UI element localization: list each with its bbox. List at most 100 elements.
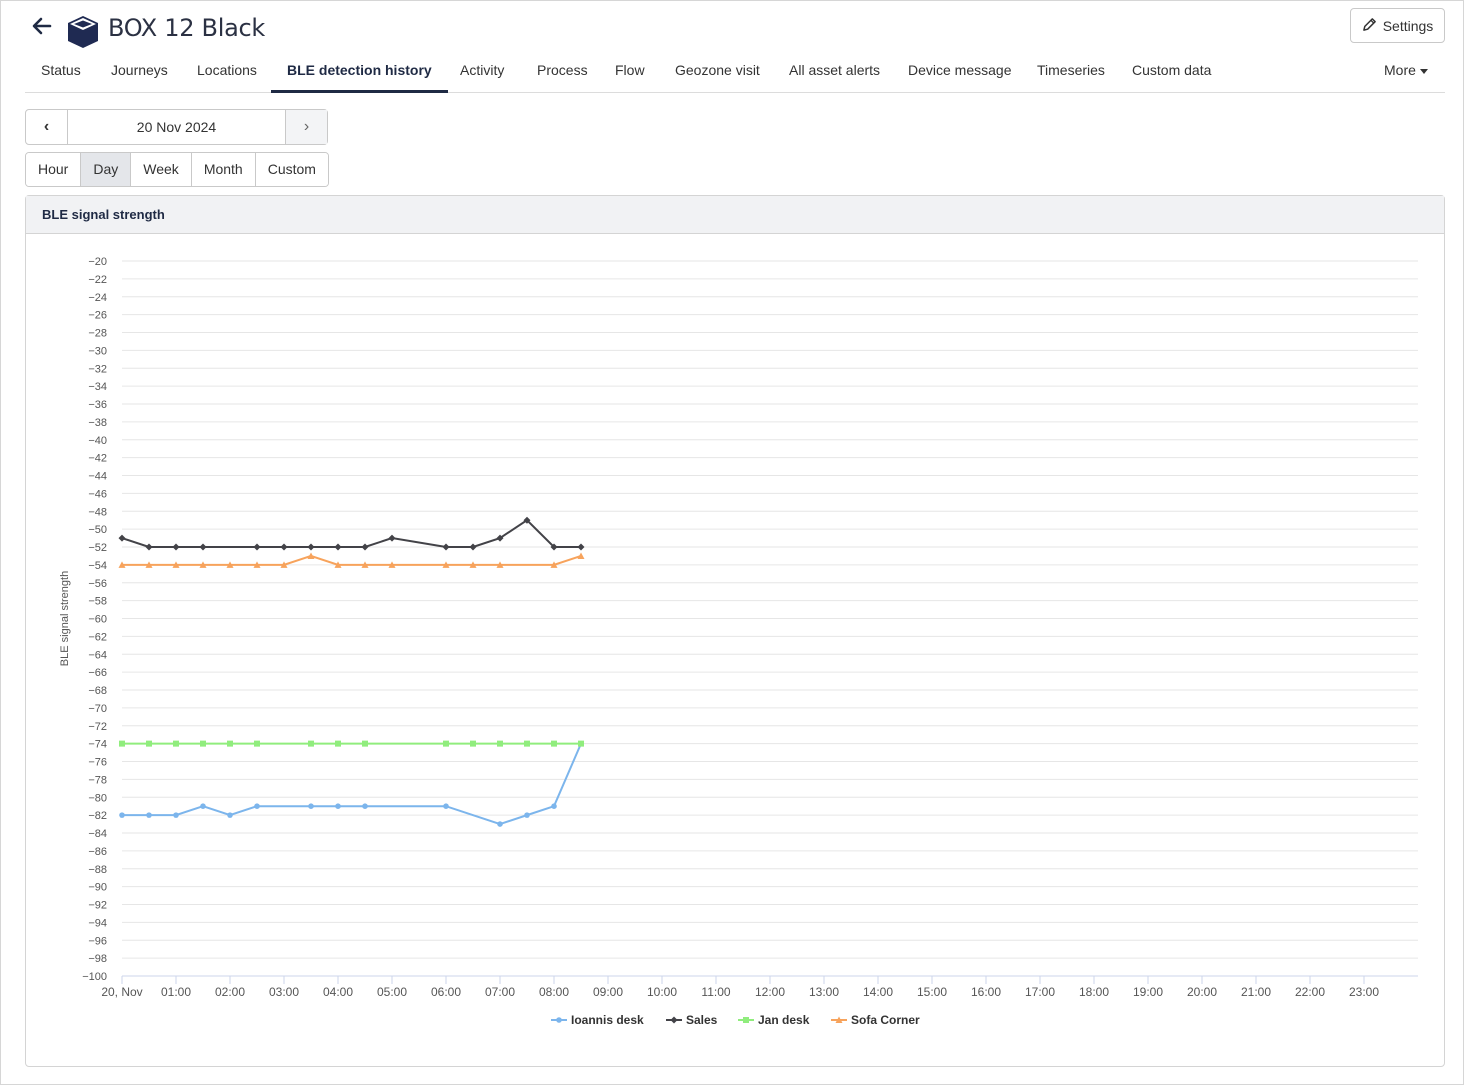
data-point-jan-desk (497, 740, 503, 747)
y-tick-label: −46 (88, 488, 107, 500)
y-tick-label: −22 (88, 274, 107, 286)
y-tick-label: −20 (88, 256, 107, 268)
tab-activity[interactable]: Activity (444, 56, 520, 93)
x-tick-label: 17:00 (1025, 985, 1055, 999)
y-tick-label: −96 (88, 935, 107, 947)
data-point-sales (469, 543, 477, 551)
x-tick-label: 09:00 (593, 985, 623, 999)
x-tick-label: 21:00 (1241, 985, 1271, 999)
legend-item-ioannis-desk: Ioannis desk (571, 1013, 644, 1027)
data-point-sales (307, 543, 315, 551)
chart-svg: −100 −98 −96 −94 −92 −90 −88 −86 −84 −82 −80 −78 −76… (59, 256, 1418, 1027)
y-tick-label: −26 (88, 310, 107, 322)
y-tick-label: −66 (88, 667, 107, 679)
y-tick-label: −74 (88, 739, 107, 751)
y-tick-label: −82 (88, 810, 107, 822)
data-point-ioannis-desk (308, 803, 314, 809)
data-point-jan-desk (146, 740, 152, 747)
y-tick-label: −44 (88, 471, 107, 483)
data-point-ioannis-desk (119, 812, 125, 818)
y-tick-label: −78 (88, 774, 107, 786)
x-tick-label: 11:00 (701, 985, 730, 999)
x-tick-label: 22:00 (1295, 985, 1325, 999)
tab-all-asset-alerts[interactable]: All asset alerts (773, 56, 896, 93)
y-tick-label: −94 (88, 917, 107, 929)
x-tick-label: 10:00 (647, 985, 677, 999)
y-tick-label: −28 (88, 328, 107, 340)
tab-bar: Status Journeys Locations BLE detection … (25, 56, 1445, 93)
y-tick-label: −68 (88, 685, 107, 697)
x-tick-label: 06:00 (431, 985, 461, 999)
data-point-jan-desk (200, 740, 206, 747)
y-tick-label: −88 (88, 864, 107, 876)
range-month-button[interactable]: Month (191, 153, 256, 186)
legend-marker-sales (670, 1016, 678, 1024)
back-arrow-icon[interactable] (28, 12, 56, 40)
data-point-jan-desk (362, 740, 368, 747)
previous-date-button[interactable]: ‹ (26, 110, 68, 144)
y-tick-label: −86 (88, 846, 107, 858)
data-point-jan-desk (254, 740, 260, 747)
range-hour-button[interactable]: Hour (26, 153, 82, 186)
range-week-button[interactable]: Week (131, 153, 192, 186)
y-tick-label: −80 (88, 792, 107, 804)
data-point-ioannis-desk (335, 803, 341, 809)
x-tick-label: 19:00 (1133, 985, 1163, 999)
y-tick-label: −52 (88, 542, 107, 554)
data-point-ioannis-desk (173, 812, 179, 818)
current-date[interactable]: 20 Nov 2024 (68, 110, 285, 144)
data-point-ioannis-desk (254, 803, 260, 809)
data-point-jan-desk (551, 740, 557, 747)
tab-geozone-visit[interactable]: Geozone visit (659, 56, 776, 93)
data-point-jan-desk (524, 740, 530, 747)
tab-timeseries[interactable]: Timeseries (1021, 56, 1121, 93)
data-point-sales (442, 543, 450, 551)
range-day-button[interactable]: Day (81, 153, 132, 186)
y-tick-label: −62 (88, 631, 107, 643)
data-point-ioannis-desk (524, 812, 530, 818)
tab-ble-detection-history[interactable]: BLE detection history (271, 56, 448, 93)
x-tick-label: 05:00 (377, 985, 407, 999)
x-tick-label: 20:00 (1187, 985, 1217, 999)
data-point-ioannis-desk (497, 821, 503, 827)
y-tick-label: −40 (88, 435, 107, 447)
tab-journeys[interactable]: Journeys (95, 56, 184, 93)
tab-device-message[interactable]: Device message (892, 56, 1028, 93)
tab-process[interactable]: Process (521, 56, 604, 93)
settings-button[interactable]: Settings (1350, 8, 1445, 43)
data-point-jan-desk (173, 740, 179, 747)
panel-title: BLE signal strength (26, 196, 1444, 234)
next-date-button[interactable]: › (285, 110, 327, 144)
tab-flow[interactable]: Flow (599, 56, 661, 93)
data-point-jan-desk (443, 740, 449, 747)
x-tick-label: 07:00 (485, 985, 515, 999)
data-point-ioannis-desk (200, 803, 206, 809)
series-line-sales (121, 518, 581, 548)
data-point-sofa-corner (577, 552, 585, 559)
data-point-sales (280, 543, 288, 551)
x-tick-label: 04:00 (323, 985, 353, 999)
y-tick-label: −32 (88, 363, 107, 375)
y-tick-label: −90 (88, 882, 107, 894)
tab-locations[interactable]: Locations (181, 56, 273, 93)
ble-signal-panel: BLE signal strength −100 −98 −96 −94 −92 −90−… (25, 195, 1445, 1067)
data-point-sales (577, 543, 585, 551)
x-tick-label: 01:00 (161, 985, 191, 999)
pencil-icon (1362, 17, 1377, 35)
x-tick-label: 02:00 (215, 985, 245, 999)
data-point-sales (172, 543, 180, 551)
y-tick-label: −70 (88, 703, 107, 715)
y-tick-label: −42 (88, 453, 107, 465)
tab-custom-data[interactable]: Custom data (1116, 56, 1227, 93)
y-tick-label: −36 (88, 399, 107, 411)
y-tick-label: −38 (88, 417, 107, 429)
data-point-sales (199, 543, 207, 551)
y-tick-label: −100 (82, 971, 107, 983)
range-custom-button[interactable]: Custom (255, 153, 328, 186)
tab-status[interactable]: Status (25, 56, 97, 93)
y-tick-label: −64 (88, 649, 107, 661)
data-point-jan-desk (227, 740, 233, 747)
data-point-sales (388, 534, 396, 542)
tab-more-dropdown[interactable]: More (1368, 56, 1444, 93)
x-tick-label: 03:00 (269, 985, 299, 999)
